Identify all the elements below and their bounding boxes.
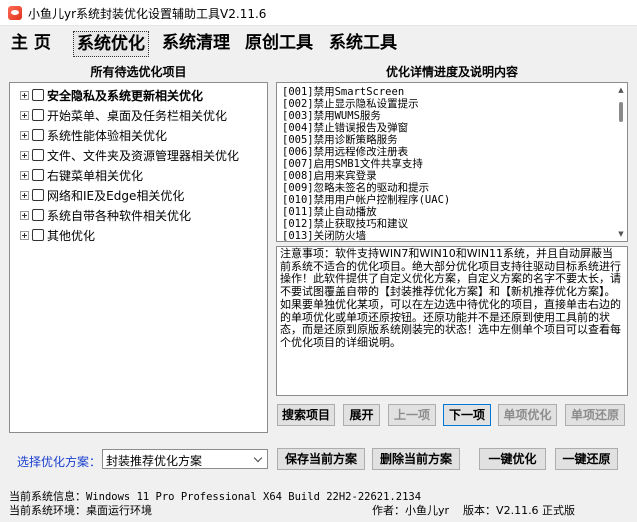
- tree-item-label: 系统性能体验相关优化: [47, 128, 168, 143]
- system-env-label: 当前系统环境：: [9, 504, 86, 517]
- expand-plus-icon[interactable]: [20, 130, 29, 140]
- save-scheme-button[interactable]: 保存当前方案: [277, 448, 365, 470]
- item-checkbox[interactable]: [32, 109, 44, 121]
- tab-home[interactable]: 主 页: [8, 31, 54, 57]
- tree-item[interactable]: 右键菜单相关优化: [20, 166, 143, 184]
- tree-item[interactable]: 文件、文件夹及资源管理器相关优化: [20, 146, 239, 164]
- item-checkbox[interactable]: [32, 229, 44, 241]
- scheme-select-value: 封装推荐优化方案: [106, 454, 203, 468]
- menu-bar: 主 页 系统优化 系统清理 原创工具 系统工具: [0, 26, 637, 62]
- scroll-down-arrow-icon[interactable]: ▼: [617, 230, 625, 238]
- prev-item-button[interactable]: 上一项: [388, 404, 436, 426]
- expand-plus-icon[interactable]: [20, 170, 29, 180]
- tab-system-clean[interactable]: 系统清理: [159, 31, 233, 57]
- item-checkbox[interactable]: [32, 129, 44, 141]
- expand-plus-icon[interactable]: [20, 90, 29, 100]
- list-scrollbar[interactable]: ▲ ▼: [616, 84, 626, 240]
- list-item[interactable]: [012]禁止获取技巧和建议: [282, 218, 408, 230]
- list-item[interactable]: [011]禁止自动播放: [282, 206, 377, 218]
- next-item-button[interactable]: 下一项: [443, 404, 491, 426]
- tree-item-label: 右键菜单相关优化: [47, 168, 144, 183]
- list-item[interactable]: [010]禁用用户帐户控制程序(UAC): [282, 194, 450, 206]
- tab-original-tools[interactable]: 原创工具: [242, 31, 316, 57]
- optimization-tree[interactable]: 安全隐私及系统更新相关优化 开始菜单、桌面及任务栏相关优化 系统性能体验相关优化…: [9, 82, 268, 433]
- progress-list[interactable]: [001]禁用SmartScreen [002]禁止显示隐私设置提示 [003]…: [276, 82, 628, 242]
- single-restore-button[interactable]: 单项还原: [565, 404, 625, 426]
- scroll-up-arrow-icon[interactable]: ▲: [617, 86, 625, 94]
- tree-item-label: 网络和IE及Edge相关优化: [47, 188, 185, 203]
- item-checkbox[interactable]: [32, 169, 44, 181]
- scheme-select[interactable]: 封装推荐优化方案: [102, 449, 268, 469]
- delete-scheme-button[interactable]: 删除当前方案: [372, 448, 460, 470]
- expand-plus-icon[interactable]: [20, 210, 29, 220]
- author-text: 作者：小鱼儿yr: [372, 504, 450, 517]
- item-checkbox[interactable]: [32, 189, 44, 201]
- list-item[interactable]: [005]禁用诊断策略服务: [282, 134, 398, 146]
- tree-item-label: 安全隐私及系统更新相关优化: [47, 88, 204, 103]
- author-version-line: 作者：小鱼儿yr 版本：V2.11.6 正式版: [372, 502, 575, 518]
- tree-item[interactable]: 网络和IE及Edge相关优化: [20, 186, 184, 204]
- app-fish-icon: [8, 6, 22, 20]
- tree-item[interactable]: 安全隐私及系统更新相关优化: [20, 86, 203, 104]
- list-item[interactable]: [004]禁止错误报告及弹窗: [282, 122, 408, 134]
- list-item[interactable]: [009]忽略未签名的驱动和提示: [282, 182, 429, 194]
- item-checkbox[interactable]: [32, 89, 44, 101]
- tree-item-label: 系统自带各种软件相关优化: [47, 208, 192, 223]
- tree-item[interactable]: 系统自带各种软件相关优化: [20, 206, 191, 224]
- search-item-button[interactable]: 搜索项目: [277, 404, 335, 426]
- right-panel-title: 优化详情进度及说明内容: [385, 65, 518, 79]
- version-text: 版本：V2.11.6 正式版: [463, 504, 576, 517]
- chevron-down-icon: [253, 453, 263, 463]
- list-item[interactable]: [008]启用来宾登录: [282, 170, 377, 182]
- tree-item[interactable]: 系统性能体验相关优化: [20, 126, 167, 144]
- list-item[interactable]: [002]禁止显示隐私设置提示: [282, 98, 419, 110]
- tree-item-label: 开始菜单、桌面及任务栏相关优化: [47, 108, 228, 123]
- single-optimize-button[interactable]: 单项优化: [498, 404, 557, 426]
- tab-system-optimize[interactable]: 系统优化: [73, 31, 149, 57]
- expand-plus-icon[interactable]: [20, 150, 29, 160]
- tab-system-tools[interactable]: 系统工具: [326, 31, 400, 57]
- list-item[interactable]: [013]关闭防火墙: [282, 230, 366, 241]
- tree-item[interactable]: 开始菜单、桌面及任务栏相关优化: [20, 106, 227, 124]
- scheme-label: 选择优化方案：: [17, 455, 102, 469]
- expand-plus-icon[interactable]: [20, 230, 29, 240]
- tree-item-label: 文件、文件夹及资源管理器相关优化: [47, 148, 240, 163]
- list-item[interactable]: [007]启用SMB1文件共享支持: [282, 158, 423, 170]
- notes-textbox[interactable]: 注意事项：软件支持WIN7和WIN10和WIN11系统，并且自动屏蔽当前系统不适…: [276, 246, 628, 396]
- notes-text: 注意事项：软件支持WIN7和WIN10和WIN11系统，并且自动屏蔽当前系统不适…: [280, 247, 621, 349]
- list-item[interactable]: [006]禁用远程修改注册表: [282, 146, 408, 158]
- one-click-optimize-button[interactable]: 一键优化: [479, 448, 546, 470]
- left-panel-title: 所有待选优化项目: [90, 65, 187, 79]
- list-item[interactable]: [003]禁用WUMS服务: [282, 110, 381, 122]
- expand-button[interactable]: 展开: [343, 404, 380, 426]
- list-item[interactable]: [001]禁用SmartScreen: [282, 86, 404, 98]
- one-click-restore-button[interactable]: 一键还原: [555, 448, 618, 470]
- system-env-line: 当前系统环境：桌面运行环境: [9, 502, 152, 518]
- system-env-value: 桌面运行环境: [86, 504, 152, 517]
- title-bar: 小鱼儿yr系统封装优化设置辅助工具V2.11.6: [0, 0, 637, 26]
- tree-item[interactable]: 其他优化: [20, 226, 95, 244]
- expand-plus-icon[interactable]: [20, 190, 29, 200]
- expand-plus-icon[interactable]: [20, 110, 29, 120]
- tree-item-label: 其他优化: [47, 228, 96, 243]
- item-checkbox[interactable]: [32, 209, 44, 221]
- item-checkbox[interactable]: [32, 149, 44, 161]
- window-title: 小鱼儿yr系统封装优化设置辅助工具V2.11.6: [28, 7, 267, 21]
- scroll-thumb[interactable]: [619, 102, 623, 122]
